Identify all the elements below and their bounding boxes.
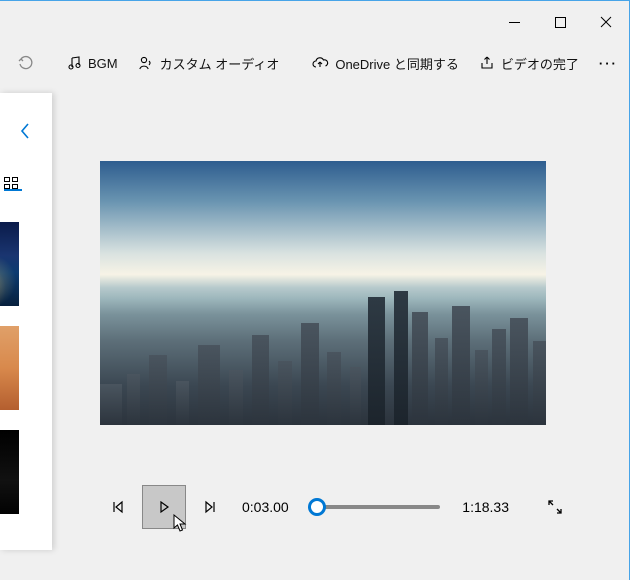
person-audio-icon: [138, 55, 154, 71]
play-icon: [157, 500, 171, 514]
mouse-cursor-icon: [173, 514, 189, 534]
prev-frame-icon: [111, 500, 125, 514]
custom-audio-label: カスタム オーディオ: [160, 54, 280, 73]
window-maximize-button[interactable]: [537, 7, 583, 37]
bgm-button[interactable]: BGM: [56, 49, 128, 77]
total-time-label: 1:18.33: [462, 499, 509, 515]
window-titlebar: [0, 1, 629, 43]
media-thumbnail[interactable]: [0, 221, 20, 307]
onedrive-sync-button[interactable]: OneDrive と同期する: [301, 48, 469, 79]
grid-view-tab[interactable]: [4, 177, 22, 191]
maximize-icon: [555, 17, 566, 28]
export-icon: [479, 55, 495, 71]
library-panel: [0, 93, 52, 550]
next-frame-button[interactable]: [192, 489, 228, 525]
finish-video-button[interactable]: ビデオの完了: [469, 48, 589, 79]
custom-audio-button[interactable]: カスタム オーディオ: [128, 48, 290, 79]
fullscreen-icon: [547, 499, 563, 515]
close-icon: [600, 16, 612, 28]
video-preview-image: [100, 161, 546, 425]
editor-body: 0:03.00 1:18.33: [0, 83, 629, 580]
undo-icon: [18, 55, 34, 71]
more-button[interactable]: ···: [589, 50, 628, 77]
prev-frame-button[interactable]: [100, 489, 136, 525]
onedrive-label: OneDrive と同期する: [335, 54, 459, 73]
seek-bar-knob[interactable]: [308, 498, 326, 516]
music-icon: [66, 55, 82, 71]
bgm-label: BGM: [88, 56, 118, 71]
window-close-button[interactable]: [583, 7, 629, 37]
current-time-label: 0:03.00: [242, 499, 289, 515]
minimize-icon: [509, 17, 520, 28]
grid-icon: [4, 177, 18, 189]
editor-toolbar: BGM カスタム オーディオ OneDrive と同期する ビデオの完了 ···: [0, 43, 629, 83]
finish-label: ビデオの完了: [501, 54, 579, 73]
play-button[interactable]: [142, 485, 186, 529]
next-frame-icon: [203, 500, 217, 514]
chevron-left-icon: [18, 121, 32, 141]
media-thumbnails: [0, 221, 48, 533]
playback-controls: 0:03.00 1:18.33: [100, 483, 573, 531]
more-icon: ···: [599, 56, 618, 71]
fullscreen-button[interactable]: [537, 489, 573, 525]
media-thumbnail[interactable]: [0, 325, 20, 411]
seek-bar[interactable]: [311, 505, 441, 509]
window-minimize-button[interactable]: [491, 7, 537, 37]
cloud-upload-icon: [311, 55, 329, 71]
undo-button[interactable]: [8, 49, 44, 77]
media-thumbnail[interactable]: [0, 429, 20, 515]
video-preview[interactable]: [100, 161, 546, 425]
back-button[interactable]: [18, 121, 32, 141]
